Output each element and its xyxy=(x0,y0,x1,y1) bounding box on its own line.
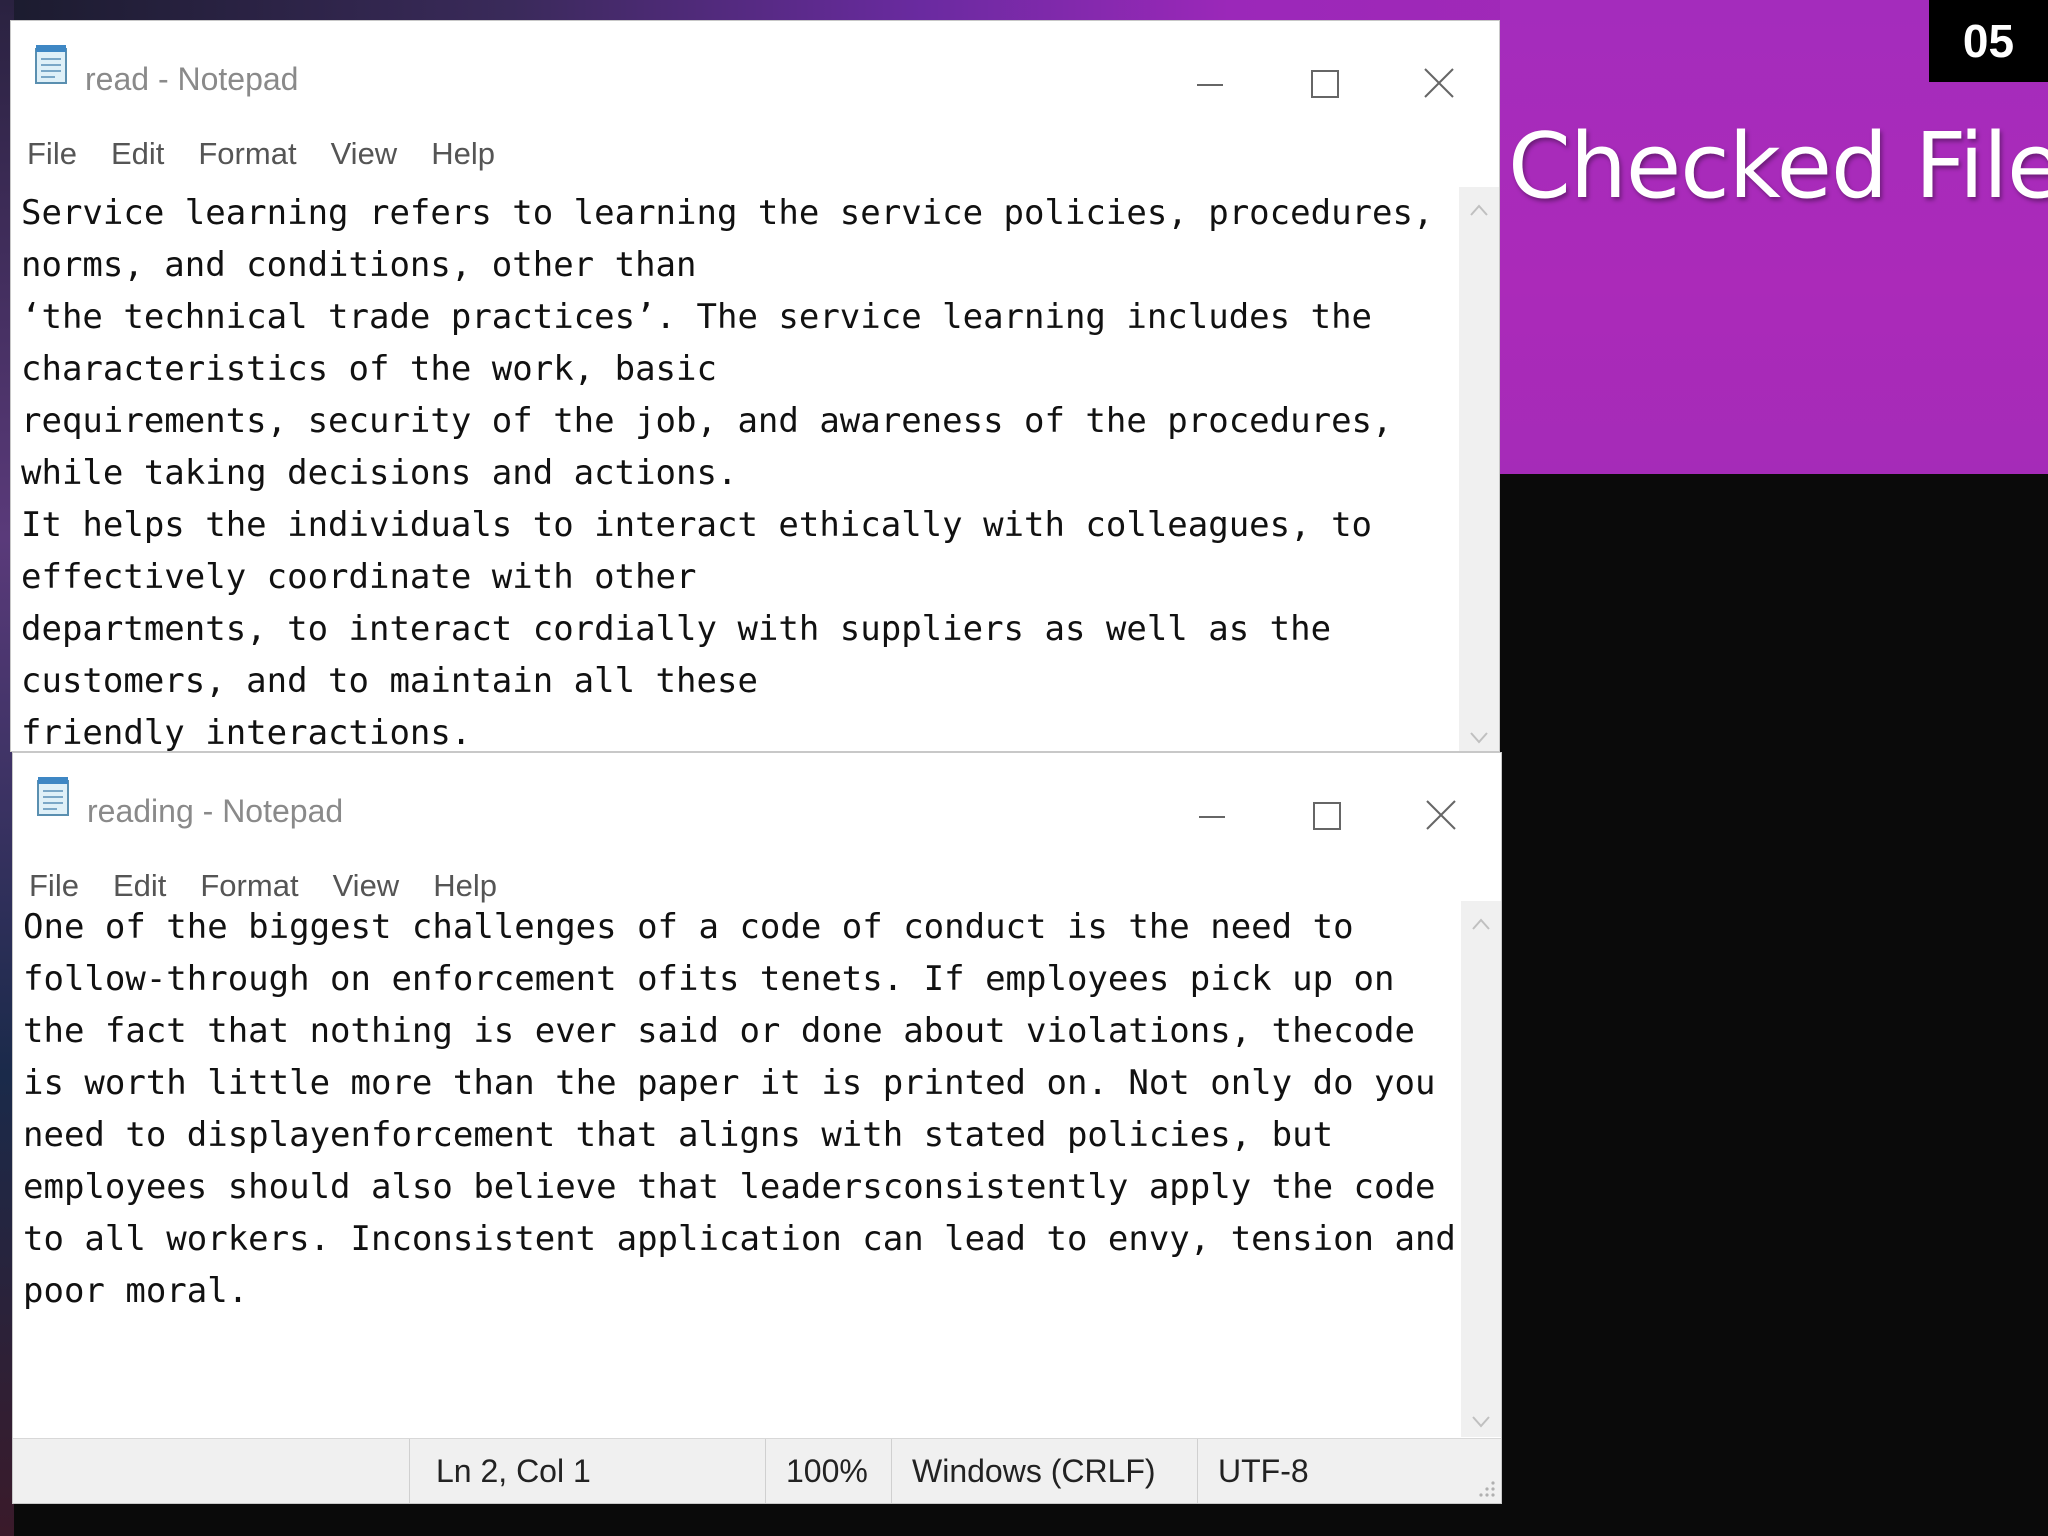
status-zoom: 100% xyxy=(765,1439,891,1503)
line-endings: Windows (CRLF) xyxy=(912,1452,1156,1489)
text-line: poor moral. xyxy=(23,1271,249,1311)
text-line: Service learning refers to learning the … xyxy=(21,193,1434,233)
text-line: It helps the individuals to interact eth… xyxy=(21,505,1373,545)
notepad-icon xyxy=(35,45,67,84)
notepad-icon xyxy=(37,777,69,816)
text-line: departments, to interact cordially with … xyxy=(21,609,1332,649)
scroll-down-icon[interactable] xyxy=(1471,1415,1491,1429)
menu-view[interactable]: View xyxy=(331,136,398,172)
maximize-icon[interactable] xyxy=(1295,51,1355,111)
vertical-scrollbar[interactable] xyxy=(1461,901,1501,1437)
status-line-endings: Windows (CRLF) xyxy=(891,1439,1197,1503)
status-position: Ln 2, Col 1 xyxy=(409,1439,765,1503)
text-line: employees should also believe that leade… xyxy=(23,1167,1436,1207)
maximize-icon[interactable] xyxy=(1297,783,1357,843)
text-line: need to displayenforcement that aligns w… xyxy=(23,1115,1334,1155)
status-bar: Ln 2, Col 1 100% Windows (CRLF) UTF-8 xyxy=(13,1438,1501,1503)
notepad-window-reading[interactable]: reading - Notepad File Edit Format View … xyxy=(12,752,1502,1504)
encoding: UTF-8 xyxy=(1218,1452,1309,1489)
minimize-icon[interactable] xyxy=(1181,51,1241,111)
close-icon[interactable] xyxy=(1411,783,1471,843)
menu-edit[interactable]: Edit xyxy=(113,868,166,904)
slide-title: Checked File xyxy=(1508,114,2048,219)
text-line: friendly interactions. xyxy=(21,713,472,753)
notepad-window-read[interactable]: read - Notepad File Edit Format View Hel… xyxy=(10,20,1500,753)
vertical-scrollbar[interactable] xyxy=(1459,187,1499,751)
status-encoding: UTF-8 xyxy=(1197,1439,1467,1503)
text-line: is worth little more than the paper it i… xyxy=(23,1063,1436,1103)
text-line: effectively coordinate with other xyxy=(21,557,697,597)
scroll-up-icon[interactable] xyxy=(1471,917,1491,931)
scroll-down-icon[interactable] xyxy=(1469,731,1489,745)
title-bar[interactable]: read - Notepad xyxy=(11,21,1499,115)
menu-bar: File Edit Format View Help xyxy=(11,129,1499,179)
text-line: norms, and conditions, other than xyxy=(21,245,697,285)
window-title: read - Notepad xyxy=(85,61,299,97)
menu-file[interactable]: File xyxy=(27,136,77,172)
text-area[interactable]: Service learning refers to learning the … xyxy=(11,187,1459,753)
zoom-level: 100% xyxy=(786,1452,868,1489)
title-bar[interactable]: reading - Notepad xyxy=(13,753,1501,847)
text-line: requirements, security of the job, and a… xyxy=(21,401,1393,441)
scroll-up-icon[interactable] xyxy=(1469,203,1489,217)
text-line: One of the biggest challenges of a code … xyxy=(23,907,1354,947)
cursor-position: Ln 2, Col 1 xyxy=(436,1452,591,1489)
resize-grip-icon[interactable] xyxy=(1473,1475,1497,1499)
minimize-icon[interactable] xyxy=(1183,783,1243,843)
text-line: to all workers. Inconsistent application… xyxy=(23,1219,1456,1259)
close-icon[interactable] xyxy=(1409,51,1469,111)
text-line: ‘the technical trade practices’. The ser… xyxy=(21,297,1373,337)
window-title: reading - Notepad xyxy=(87,793,344,829)
menu-edit[interactable]: Edit xyxy=(111,136,164,172)
text-line: follow-through on enforcement ofits tene… xyxy=(23,959,1395,999)
menu-help[interactable]: Help xyxy=(433,868,497,904)
text-line: characteristics of the work, basic xyxy=(21,349,717,389)
text-line: customers, and to maintain all these xyxy=(21,661,758,701)
slide-number: 05 xyxy=(1929,0,2048,82)
text-line: while taking decisions and actions. xyxy=(21,453,738,493)
menu-format[interactable]: Format xyxy=(200,868,298,904)
menu-help[interactable]: Help xyxy=(431,136,495,172)
menu-view[interactable]: View xyxy=(333,868,400,904)
menu-format[interactable]: Format xyxy=(198,136,296,172)
text-area[interactable]: One of the biggest challenges of a code … xyxy=(13,901,1461,1435)
text-line: the fact that nothing is ever said or do… xyxy=(23,1011,1415,1051)
menu-file[interactable]: File xyxy=(29,868,79,904)
